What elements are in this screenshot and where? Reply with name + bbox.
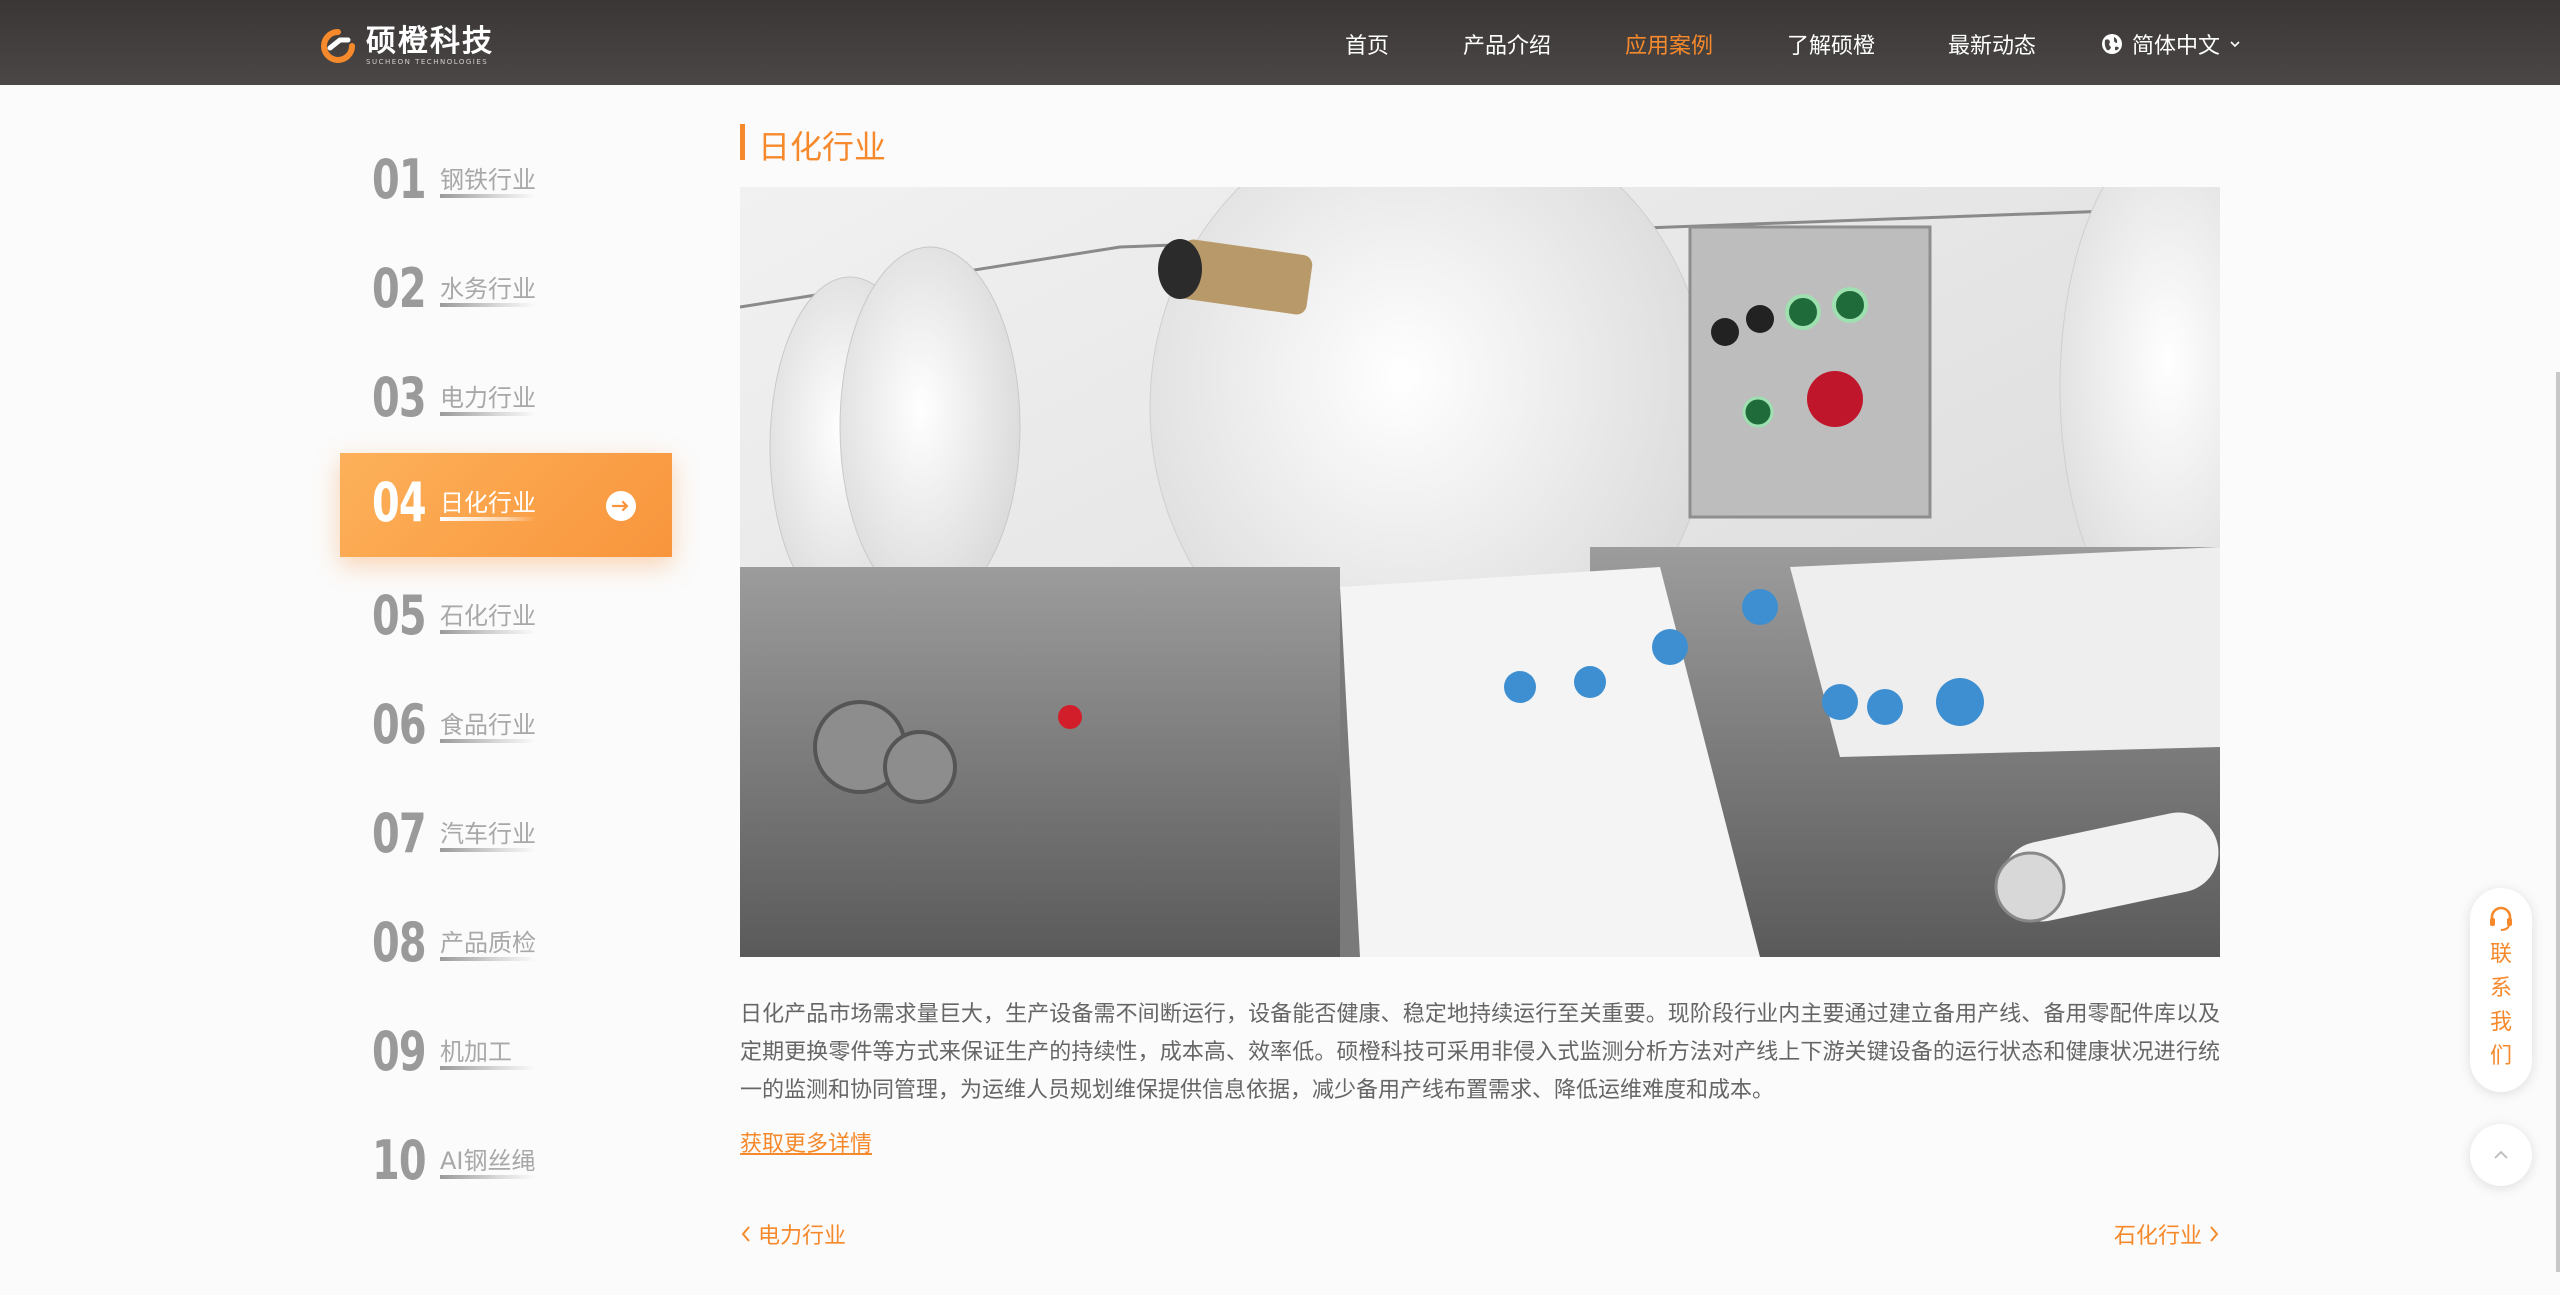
sidebar-item-number: 05 xyxy=(372,584,427,647)
more-details-link[interactable]: 获取更多详情 xyxy=(740,1126,872,1158)
sidebar-item-underline xyxy=(440,630,536,634)
scrollbar[interactable] xyxy=(2556,372,2560,1272)
sidebar-item-ai-wire-rope[interactable]: 10 AI钢丝绳 xyxy=(340,1111,672,1215)
sidebar-item-quality[interactable]: 08 产品质检 xyxy=(340,893,672,997)
sidebar-item-number: 03 xyxy=(372,366,427,429)
sidebar-item-number: 09 xyxy=(372,1020,427,1083)
globe-icon xyxy=(2102,34,2122,54)
nav-news[interactable]: 最新动态 xyxy=(1948,28,2036,60)
language-label: 简体中文 xyxy=(2132,34,2221,59)
language-selector[interactable]: 简体中文 xyxy=(2100,28,2250,60)
sidebar-item-machining[interactable]: 09 机加工 xyxy=(340,1002,672,1106)
sidebar-item-label: 石化行业 xyxy=(440,602,536,630)
logo-en-text: SUCHEON TECHNOLOGIES xyxy=(366,57,489,66)
logo-cn-text: 硕橙科技 xyxy=(366,23,494,59)
industry-hero-image xyxy=(740,187,2220,957)
sidebar-item-water[interactable]: 02 水务行业 xyxy=(340,239,672,343)
sidebar-item-label: 水务行业 xyxy=(440,275,536,303)
sidebar-item-underline xyxy=(440,1066,536,1070)
nav-products[interactable]: 产品介绍 xyxy=(1463,28,1551,60)
page-title: 日化行业 xyxy=(758,128,887,166)
sidebar-item-label: 机加工 xyxy=(440,1038,512,1066)
sidebar-item-power[interactable]: 03 电力行业 xyxy=(340,348,672,452)
back-to-top-button[interactable] xyxy=(2470,1124,2532,1186)
sidebar-item-label: AI钢丝绳 xyxy=(440,1147,536,1175)
chevron-left-icon xyxy=(741,1226,750,1242)
chevron-up-icon xyxy=(2494,1150,2508,1159)
sidebar-item-label: 产品质检 xyxy=(440,929,536,957)
sidebar-item-number: 04 xyxy=(372,471,427,534)
sidebar-item-label: 电力行业 xyxy=(440,384,536,412)
sidebar-item-label: 食品行业 xyxy=(440,711,536,739)
sidebar-item-label: 日化行业 xyxy=(440,489,536,517)
logo[interactable]: 硕橙科技 SUCHEON TECHNOLOGIES xyxy=(318,22,494,70)
headset-icon xyxy=(2490,906,2512,931)
next-industry-label: 石化行业 xyxy=(2113,1224,2202,1249)
sidebar-item-food[interactable]: 06 食品行业 xyxy=(340,675,672,779)
sidebar-item-label: 汽车行业 xyxy=(440,820,536,848)
sidebar-item-underline xyxy=(440,848,536,852)
sidebar-item-number: 10 xyxy=(372,1129,427,1192)
sidebar-item-underline xyxy=(440,517,536,521)
sidebar-item-number: 01 xyxy=(372,148,427,211)
contact-us-label: 联系我们 xyxy=(2489,942,2512,1069)
sidebar-item-underline xyxy=(440,412,536,416)
sidebar-item-underline xyxy=(440,957,536,961)
sidebar-item-number: 07 xyxy=(372,802,427,865)
nav-about[interactable]: 了解硕橙 xyxy=(1787,28,1875,60)
sidebar-item-automotive[interactable]: 07 汽车行业 xyxy=(340,784,672,888)
sidebar-item-underline xyxy=(440,303,536,307)
sidebar-item-number: 08 xyxy=(372,911,427,974)
prev-industry-link[interactable]: 电力行业 xyxy=(740,1218,846,1250)
next-industry-link[interactable]: 石化行业 xyxy=(2114,1218,2220,1250)
sidebar-item-daily-chemical[interactable]: 04 日化行业 xyxy=(340,453,672,557)
nav-cases[interactable]: 应用案例 xyxy=(1625,28,1713,60)
sidebar-item-underline xyxy=(440,739,536,743)
sidebar-item-underline xyxy=(440,1175,536,1179)
arrow-right-icon xyxy=(606,491,636,521)
sidebar-item-underline xyxy=(440,194,536,198)
sidebar-item-number: 02 xyxy=(372,257,427,320)
sidebar-item-number: 06 xyxy=(372,693,427,756)
chevron-right-icon xyxy=(2210,1226,2219,1242)
top-header: 硕橙科技 SUCHEON TECHNOLOGIES 首页 产品介绍 应用案例 了… xyxy=(0,0,2560,85)
title-accent-bar xyxy=(740,124,745,160)
nav-home[interactable]: 首页 xyxy=(1345,28,1389,60)
prev-industry-label: 电力行业 xyxy=(758,1224,847,1249)
chevron-down-icon xyxy=(2230,41,2240,48)
sidebar-item-steel[interactable]: 01 钢铁行业 xyxy=(340,130,672,234)
sidebar-item-label: 钢铁行业 xyxy=(440,166,536,194)
contact-us-button[interactable]: 联系我们 xyxy=(2470,888,2532,1092)
sidebar-item-petrochemical[interactable]: 05 石化行业 xyxy=(340,566,672,670)
logo-mark-icon xyxy=(321,29,355,63)
industry-description: 日化产品市场需求量巨大，生产设备需不间断运行，设备能否健康、稳定地持续运行至关重… xyxy=(740,1002,2220,1103)
